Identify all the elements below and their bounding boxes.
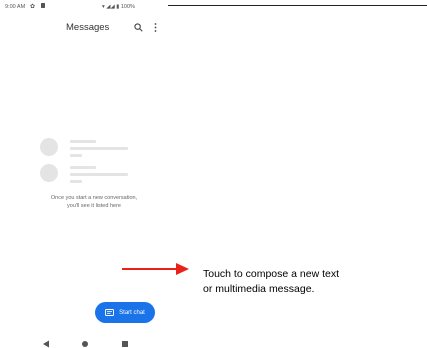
empty-state-line-2: you'll see it listed here xyxy=(67,202,121,209)
empty-state-line-1: Once you start a new conversation, xyxy=(50,195,138,201)
signal-icon: ◢◢ xyxy=(106,4,115,10)
home-circle-icon[interactable] xyxy=(82,341,88,347)
navigation-bar xyxy=(0,332,168,348)
status-time: 9:00 AM xyxy=(5,4,26,10)
app-bar: Messages xyxy=(0,16,168,38)
status-bar: 9:00 AM ✿ ▾ ◢◢ ▮ 100% xyxy=(0,0,168,14)
chat-icon xyxy=(105,308,115,316)
annotation-line-2: or multimedia message. xyxy=(203,283,315,295)
placeholder-line xyxy=(70,173,128,176)
battery-percent: 100% xyxy=(120,4,135,10)
placeholder-line xyxy=(70,140,96,143)
page-title: Messages xyxy=(66,22,110,33)
annotation-callout: Touch to compose a new text or multimedi… xyxy=(203,267,403,297)
placeholder-avatar xyxy=(40,138,58,156)
more-vert-icon[interactable] xyxy=(154,23,157,32)
placeholder-line xyxy=(70,154,82,157)
empty-state-text: Once you start a new conversation, you'l… xyxy=(20,195,168,210)
back-triangle-icon[interactable] xyxy=(42,340,50,348)
phone-screen: 9:00 AM ✿ ▾ ◢◢ ▮ 100% Messages Once you … xyxy=(0,0,168,348)
placeholder-line xyxy=(70,180,82,183)
sim-card-icon xyxy=(41,3,45,8)
placeholder-avatar xyxy=(40,164,58,182)
search-icon[interactable] xyxy=(134,23,143,32)
empty-state-illustration xyxy=(40,138,140,188)
settings-gear-icon: ✿ xyxy=(30,4,36,10)
red-arrow-icon xyxy=(122,263,189,275)
placeholder-line xyxy=(70,166,96,169)
placeholder-line xyxy=(70,147,128,150)
wifi-icon: ▾ xyxy=(102,4,105,10)
start-chat-label: Start chat xyxy=(119,309,145,316)
status-indicators: ▾ ◢◢ ▮ 100% xyxy=(102,4,135,10)
recent-square-icon[interactable] xyxy=(122,341,128,347)
top-divider xyxy=(162,5,427,6)
battery-icon: ▮ xyxy=(116,4,120,10)
annotation-line-1: Touch to compose a new text xyxy=(203,268,339,280)
start-chat-button[interactable]: Start chat xyxy=(95,302,155,323)
